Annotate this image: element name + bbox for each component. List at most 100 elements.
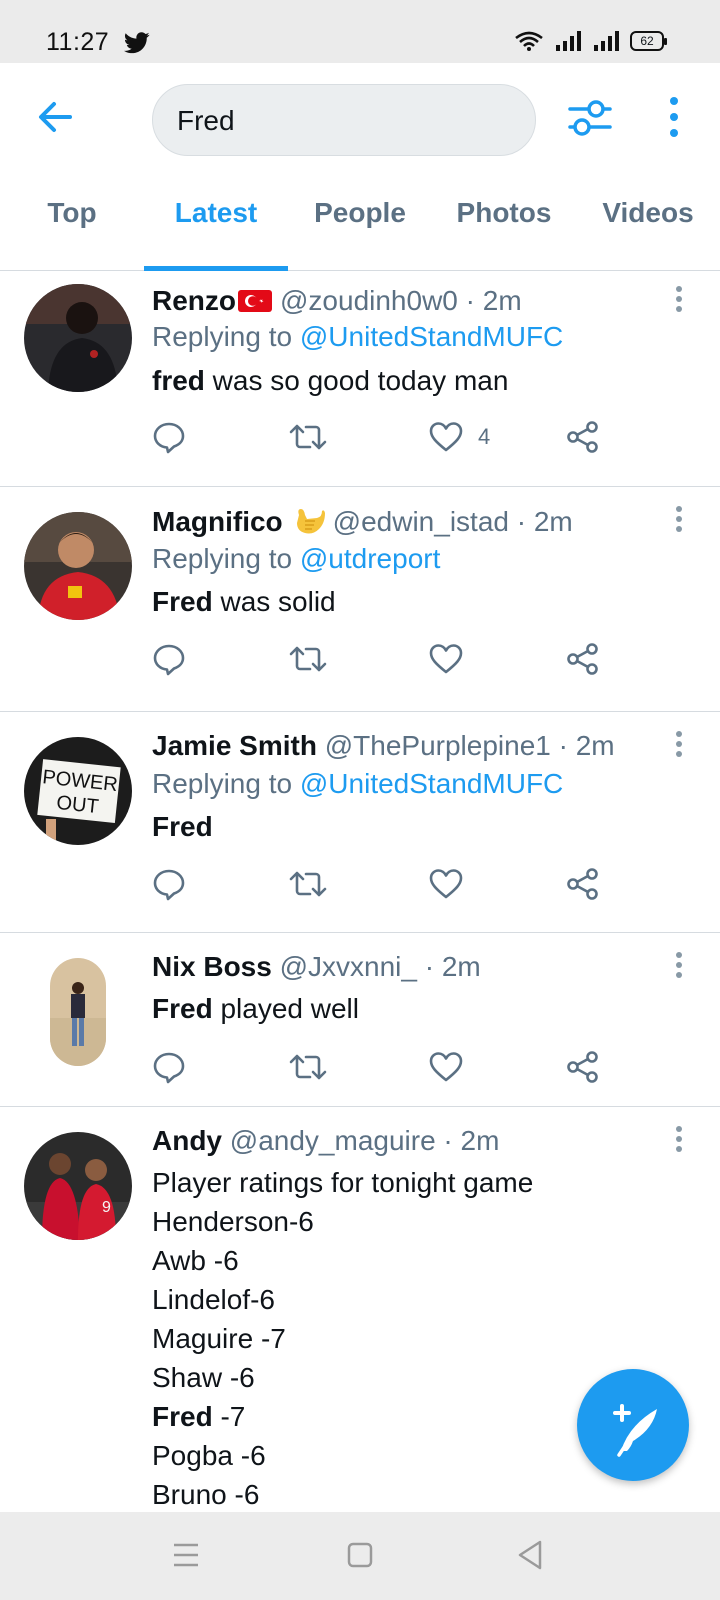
tweet-actions: 4 <box>152 417 622 457</box>
tweet-actions <box>152 1047 622 1087</box>
tweet-line: Maguire -7 <box>152 1323 286 1354</box>
heart-icon <box>429 644 463 674</box>
tweet-text: fred was so good today man <box>152 365 509 396</box>
retweet-icon <box>289 646 327 672</box>
like-count: 4 <box>478 424 491 449</box>
reply-icon <box>153 422 185 454</box>
search-tabs: Top Latest People Photos Videos <box>0 173 720 271</box>
reply-icon <box>153 644 185 676</box>
tweet-line: Henderson-6 <box>152 1206 314 1237</box>
retweet-icon <box>289 1054 327 1080</box>
retweet-icon <box>289 424 327 450</box>
tweet-line: Bruno -6 <box>152 1479 260 1510</box>
reply-button[interactable] <box>152 1047 186 1087</box>
tweet-header: Nix Boss @Jxvxnni_ · 2m <box>152 951 481 983</box>
tab-photos[interactable]: Photos <box>432 173 576 271</box>
display-name[interactable]: Andy <box>152 1125 222 1156</box>
reply-icon <box>153 869 185 901</box>
share-icon <box>567 643 598 675</box>
tab-latest[interactable]: Latest <box>144 173 288 271</box>
tweet-line: Awb -6 <box>152 1245 239 1276</box>
replying-to: Replying to @UnitedStandMUFC <box>152 768 564 799</box>
tweet-header: Magnifico @edwin_istad · 2m <box>152 505 573 538</box>
tab-people[interactable]: People <box>288 173 432 271</box>
back-icon[interactable] <box>516 1539 544 1571</box>
menu-icon[interactable] <box>172 1542 200 1568</box>
like-button[interactable]: 4 <box>428 417 490 457</box>
display-name[interactable]: Renzo <box>152 285 236 316</box>
turkey-flag-icon <box>238 290 272 312</box>
retweet-button[interactable] <box>288 864 328 904</box>
share-icon <box>567 1051 598 1083</box>
back-arrow-icon[interactable] <box>34 95 78 139</box>
tweet-text: Fred <box>152 811 213 842</box>
tweet[interactable]: Magnifico @edwin_istad · 2m Replying to @… <box>0 487 720 712</box>
tweet-line: Player ratings for tonight game <box>152 1167 534 1198</box>
like-button[interactable] <box>428 639 464 679</box>
tweet-menu-icon[interactable] <box>674 951 684 979</box>
avatar[interactable]: POWER OUT <box>24 737 132 845</box>
tweet-line: Lindelof-6 <box>152 1284 275 1315</box>
retweet-button[interactable] <box>288 1047 328 1087</box>
tweet-actions <box>152 864 622 904</box>
tweet-line: Fred -7 <box>152 1401 246 1432</box>
share-button[interactable] <box>566 864 600 904</box>
share-button[interactable] <box>566 417 600 457</box>
replying-to: Replying to @UnitedStandMUFC <box>152 321 564 352</box>
tweet-header: Jamie Smith @ThePurplepine1 · 2m <box>152 730 615 762</box>
reply-mention-link[interactable]: @UnitedStandMUFC <box>300 768 563 799</box>
filter-settings-icon[interactable] <box>566 95 614 141</box>
reply-button[interactable] <box>152 417 186 457</box>
tweet[interactable]: POWER OUT Jamie Smith @ThePurplepine1 · … <box>0 712 720 933</box>
display-name[interactable]: Jamie Smith <box>152 730 317 761</box>
search-header: Fred <box>0 63 720 173</box>
like-button[interactable] <box>428 864 464 904</box>
tab-top[interactable]: Top <box>0 173 144 271</box>
reply-icon <box>153 1052 185 1084</box>
avatar[interactable] <box>24 284 132 392</box>
reply-mention-link[interactable]: @UnitedStandMUFC <box>300 321 563 352</box>
tweet-text: Fred was solid <box>152 586 336 617</box>
compose-tweet-button[interactable] <box>577 1369 689 1481</box>
user-handle: @andy_maguire · 2m <box>229 1125 500 1156</box>
search-query: Fred <box>177 105 235 136</box>
retweet-button[interactable] <box>288 417 328 457</box>
share-button[interactable] <box>566 639 600 679</box>
tab-videos[interactable]: Videos <box>576 173 720 271</box>
wifi-icon <box>515 31 543 51</box>
tweet-menu-icon[interactable] <box>674 505 684 533</box>
tweet-text: Fred played well <box>152 993 359 1024</box>
tweet[interactable]: Nix Boss @Jxvxnni_ · 2m Fred played well <box>0 933 720 1107</box>
tweet-line: Pogba -6 <box>152 1440 266 1471</box>
search-input[interactable]: Fred <box>152 84 536 156</box>
home-icon[interactable] <box>346 1541 374 1569</box>
avatar[interactable] <box>24 512 132 620</box>
tweet-menu-icon[interactable] <box>674 1125 684 1153</box>
more-options-icon[interactable] <box>660 93 688 141</box>
avatar[interactable]: 9 <box>24 1132 132 1240</box>
status-indicators: 62 <box>514 30 667 52</box>
user-handle: @zoudinh0w0 · 2m <box>280 285 522 316</box>
avatar[interactable] <box>50 958 106 1066</box>
svg-text:9: 9 <box>102 1199 111 1216</box>
share-icon <box>567 868 598 900</box>
display-name[interactable]: Nix Boss <box>152 951 272 982</box>
retweet-button[interactable] <box>288 639 328 679</box>
reply-button[interactable] <box>152 639 186 679</box>
display-name[interactable]: Magnifico <box>152 506 283 537</box>
tweet-header: Andy @andy_maguire · 2m <box>152 1125 499 1157</box>
reply-mention-link[interactable]: @utdreport <box>300 543 441 574</box>
tweet[interactable]: Renzo @zoudinh0w0 · 2m Replying to @Unite… <box>0 271 720 487</box>
tweet-menu-icon[interactable] <box>674 285 684 313</box>
reply-button[interactable] <box>152 864 186 904</box>
heart-icon <box>429 422 463 452</box>
call-me-hand-icon <box>296 509 325 534</box>
tweet-menu-icon[interactable] <box>674 730 684 758</box>
system-nav-bar <box>0 1512 720 1600</box>
replying-to: Replying to @utdreport <box>152 543 441 574</box>
status-bar: 11:27 62 <box>0 0 720 63</box>
like-button[interactable] <box>428 1047 464 1087</box>
share-button[interactable] <box>566 1047 600 1087</box>
signal-icon-2 <box>594 31 619 51</box>
avatar-sign-text-2: OUT <box>55 792 99 818</box>
